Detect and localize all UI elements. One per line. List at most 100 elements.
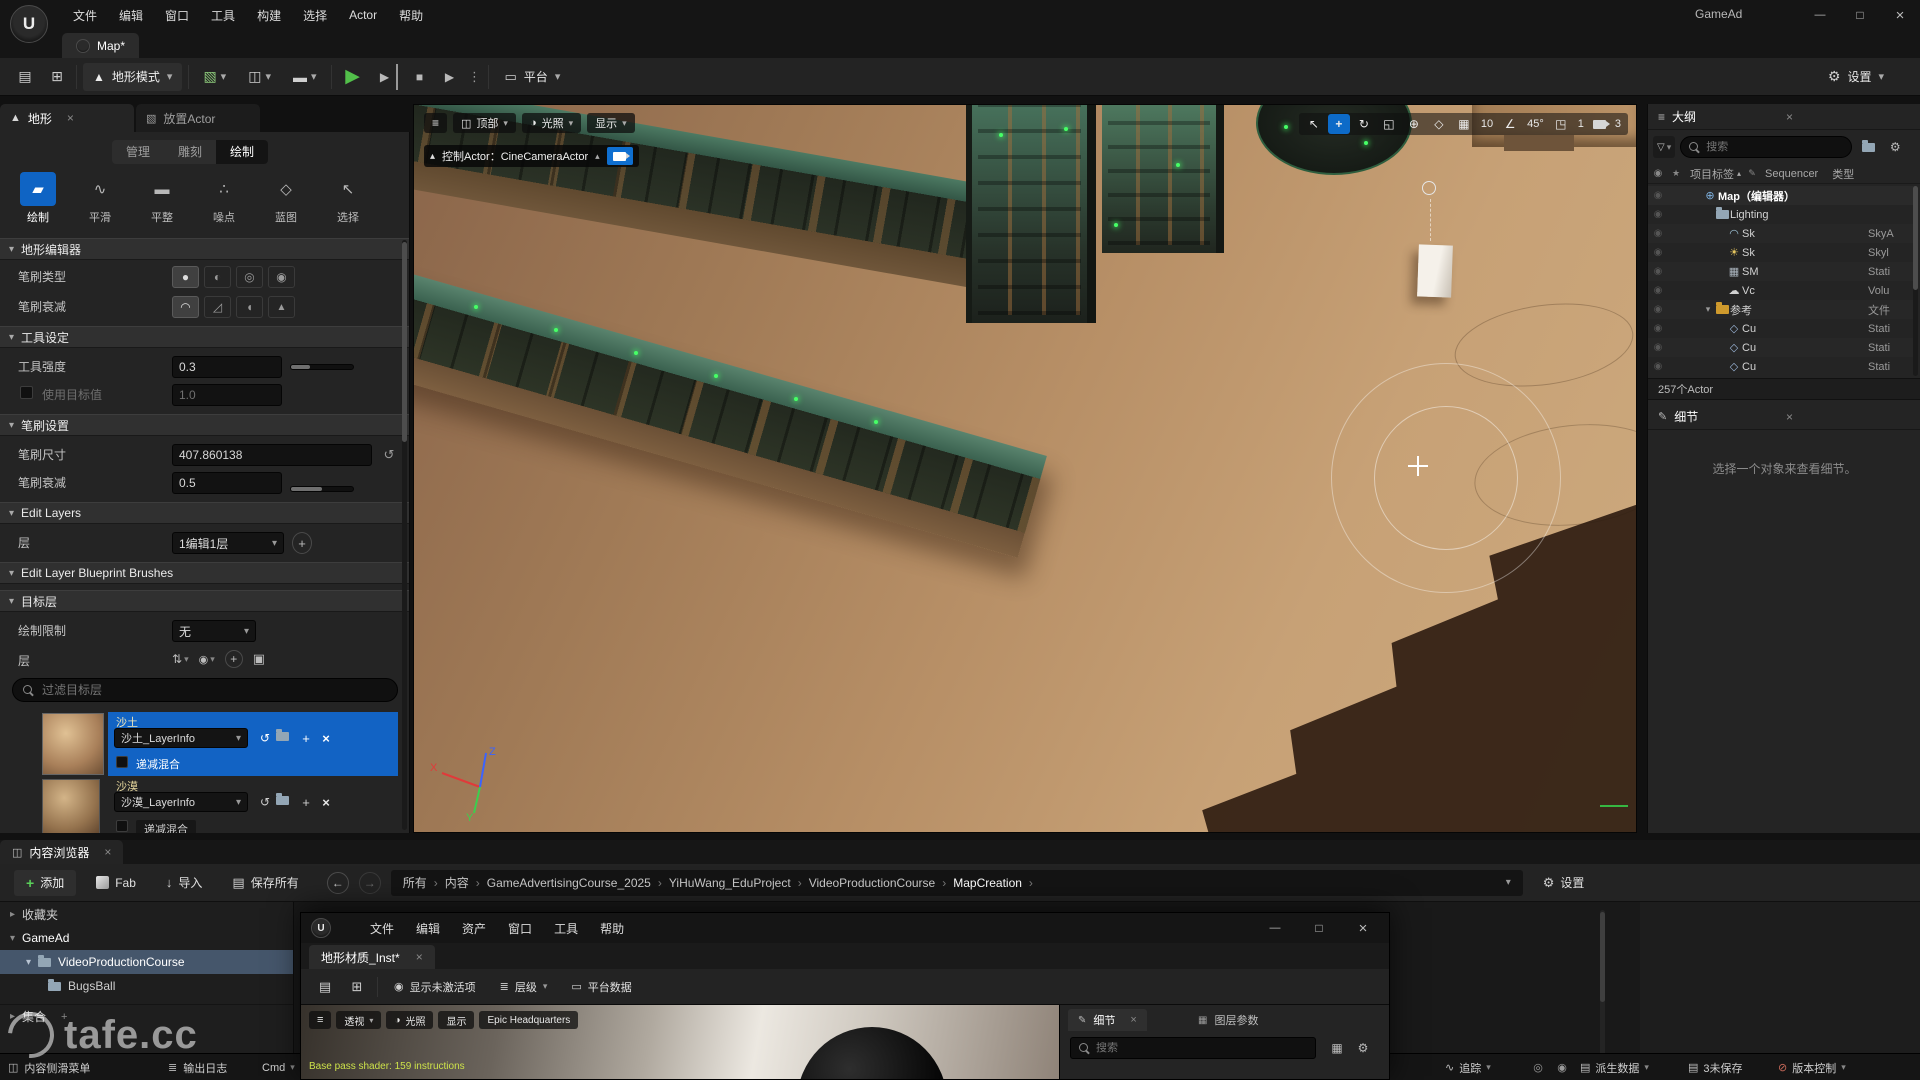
menu-window[interactable]: 窗口 [497,920,543,937]
scale-tool-icon[interactable]: ◱ [1378,114,1400,134]
output-log-button[interactable]: ≣ 输出日志 [168,1057,227,1078]
pilot-camera-button[interactable] [607,147,633,165]
outliner-filter-icon[interactable]: ▽▾ [1653,136,1675,158]
scale-snap-value[interactable]: 1 [1575,118,1587,130]
menu-tools[interactable]: 工具 [200,7,246,24]
column-sequencer[interactable]: Sequencer [1765,168,1818,180]
browse-icon[interactable]: ⊞ [345,975,369,999]
menu-file[interactable]: 文件 [359,920,405,937]
menu-select[interactable]: 选择 [292,7,338,24]
layer-thumbnail[interactable] [42,713,104,775]
remove-layer-icon[interactable]: × [318,728,334,748]
outliner-searchbox[interactable] [1680,136,1852,158]
stop-button[interactable]: ■ [408,64,432,90]
menu-file[interactable]: 文件 [62,7,108,24]
menu-tools[interactable]: 工具 [543,920,589,937]
section-blueprint-brushes[interactable]: ▾ Edit Layer Blueprint Brushes [0,562,410,584]
white-box-prop[interactable] [1417,244,1453,297]
outliner-row[interactable]: ◉▾参考文件 [1648,300,1915,319]
brush-falloff-slider[interactable] [290,486,354,492]
brush-alpha-button[interactable]: ◐ [204,266,231,288]
add-button[interactable]: + 添加 [14,870,76,896]
section-brush-settings[interactable]: ▾ 笔刷设置 [0,414,410,436]
preview-environment-pill[interactable]: Epic Headquarters [479,1011,578,1029]
locate-asset-icon[interactable]: ↺ [256,792,274,812]
tool-paint[interactable]: ▰ 绘制 [10,172,66,225]
blend-checkbox[interactable] [116,820,128,832]
outliner-scrollbar[interactable] [1913,186,1918,376]
outliner-row[interactable]: ◉☀SkSkyl [1648,243,1915,262]
section-landscape-editor[interactable]: ▾ 地形编辑器 [0,238,410,260]
outliner-search-input[interactable] [1706,141,1826,153]
close-icon[interactable]: × [104,845,111,859]
close-icon[interactable]: × [1786,410,1793,424]
brush-size-input[interactable] [172,444,372,466]
layer-item-selected[interactable]: 沙土 沙土_LayerInfo ▾ ↺ + × 递减混合 [40,712,398,776]
use-target-input[interactable] [172,384,282,406]
falloff-sphere-button[interactable]: ◖ [236,296,263,318]
menu-help[interactable]: 帮助 [388,7,434,24]
content-browser-settings[interactable]: ⚙ 设置 [1533,870,1595,896]
menu-window[interactable]: 窗口 [154,7,200,24]
tool-blueprint[interactable]: ◇ 蓝图 [258,172,314,225]
rotation-snap-value[interactable]: 45° [1524,118,1547,130]
cmd-dropdown[interactable]: Cmd ▾ [262,1057,295,1078]
viewport-options-icon[interactable]: ≡ [424,113,447,133]
close-icon[interactable]: × [67,111,74,125]
breadcrumb[interactable]: 所有 内容 GameAdvertisingCourse_2025 YiHuWan… [391,870,1523,896]
viewport-camera-dropdown[interactable]: ◫顶部▾ [453,113,516,133]
add-actor-button[interactable]: ▧ ▾ [195,63,234,91]
tool-select[interactable]: ↖ 选择 [320,172,376,225]
outliner-settings-icon[interactable]: ⚙ [1884,136,1906,158]
viewport-show-dropdown[interactable]: 显示▾ [587,113,635,133]
camera-speed-value[interactable]: 3 [1612,118,1624,130]
tree-item-selected[interactable]: ▾ VideoProductionCourse [0,950,293,974]
pilot-actor-pill[interactable]: ▴ 控制Actor：CineCameraActor ▴ [424,145,639,167]
blend-checkbox[interactable] [116,756,128,768]
column-item-label[interactable]: 项目标签▴ [1690,166,1741,182]
blueprint-menu-button[interactable]: ◫ ▾ [240,63,279,91]
remove-layer-icon[interactable]: × [318,792,334,812]
sort-filter-icon[interactable]: ⇅▾ [172,652,189,666]
outliner-row[interactable]: ◉◇CuStati [1648,338,1915,357]
tool-smooth[interactable]: ∿ 平滑 [72,172,128,225]
trace-dropdown[interactable]: ∿ 追踪 ▾ [1445,1057,1491,1078]
light-gizmo-icon[interactable] [1422,181,1436,195]
frame-skip-button[interactable]: ▶ [374,64,398,90]
rotate-tool-icon[interactable]: ↻ [1353,114,1375,134]
content-drawer-button[interactable]: ◫ 内容侧滑菜单 [8,1057,90,1078]
back-icon[interactable]: ← [327,872,349,894]
layer-item[interactable]: 沙漠 沙漠_LayerInfo ▾ ↺ + × 递减混合 [40,778,398,833]
scale-snap-icon[interactable]: ◳ [1550,114,1572,134]
material-titlebar[interactable]: U 文件 编辑 资产 窗口 工具 帮助 — □ × [301,913,1389,943]
import-button[interactable]: ↓ 导入 [156,870,213,896]
layer-info-dropdown[interactable]: 沙漠_LayerInfo ▾ [114,792,248,812]
mode-sculpt[interactable]: 雕刻 [164,140,216,164]
editor-mode-dropdown[interactable]: ▲ 地形模式 ▾ [83,63,182,91]
preview-show-dropdown[interactable]: 显示 [438,1011,474,1029]
section-target-layers[interactable]: ▾ 目标层 [0,590,410,612]
locate-asset-icon[interactable]: ↺ [256,728,274,748]
close-button[interactable]: × [1880,0,1920,30]
eye-column-icon[interactable]: ◉ [1648,168,1668,179]
preview-camera-dropdown[interactable]: 透视▾ [336,1011,381,1029]
tower-structure[interactable] [966,104,1096,323]
breadcrumb-item[interactable]: GameAdvertisingCourse_2025 [487,876,669,890]
create-layer-icon[interactable]: + [225,650,243,668]
tree-item[interactable]: BugsBall [0,974,293,998]
use-target-checkbox[interactable] [20,386,33,399]
tool-strength-input[interactable] [172,356,282,378]
menu-asset[interactable]: 资产 [451,920,497,937]
outliner-row[interactable]: ◉◇CuStati [1648,357,1915,376]
mode-manage[interactable]: 管理 [112,140,164,164]
left-panel-scrollbar[interactable] [402,240,407,830]
material-searchbox[interactable] [1070,1037,1316,1059]
chevron-down-icon[interactable]: ▾ [1702,304,1714,315]
tool-noise[interactable]: ∴ 噪点 [196,172,252,225]
breadcrumb-item[interactable]: YiHuWang_EduProject [669,876,809,890]
save-icon[interactable]: ▤ [12,64,38,90]
tab-map[interactable]: ​ Map* [62,33,139,58]
unreal-logo-icon[interactable]: U [10,5,48,43]
hierarchy-dropdown[interactable]: ≣ 层级 ▾ [492,975,556,999]
outliner-row[interactable]: ◉☁VcVolu [1648,281,1915,300]
